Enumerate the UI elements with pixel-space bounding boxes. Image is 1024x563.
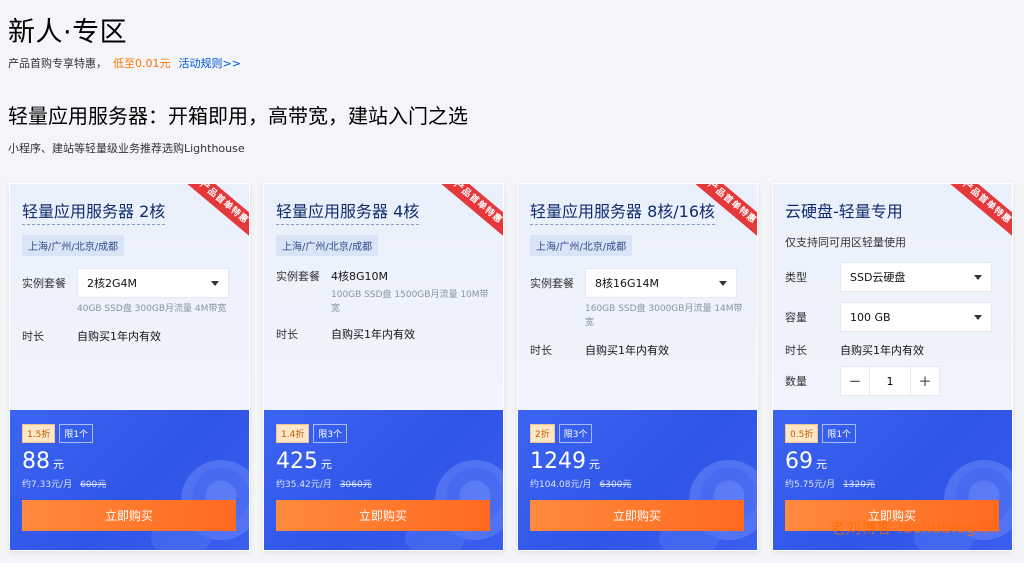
- ribbon-badge: 产品首单特惠: [183, 184, 249, 239]
- discount-badge: 1.4折: [276, 424, 310, 443]
- hero-title: 新人·专区: [8, 17, 128, 48]
- price-value: 1249: [530, 449, 586, 474]
- monthly-price: 约104.08元/月: [530, 480, 592, 490]
- minus-icon[interactable]: −: [840, 366, 870, 396]
- quantity-value[interactable]: 1: [870, 366, 910, 396]
- section-title: 轻量应用服务器：开箱即用，高带宽，建站入门之选: [8, 104, 468, 128]
- original-price: 600元: [80, 480, 107, 490]
- spec-select-value: 8核16G14M: [595, 277, 660, 290]
- spec-select[interactable]: 2核2G4M: [77, 268, 229, 298]
- duration-value: 自购买1年内有效: [840, 344, 924, 357]
- region-tag: 上海/广州/北京/成都: [276, 235, 379, 256]
- region-tag: 上海/广州/北京/成都: [530, 235, 633, 256]
- limit-badge: 限3个: [313, 424, 348, 443]
- price-value: 425: [276, 449, 318, 474]
- price-unit: 元: [321, 458, 332, 471]
- duration-label: 时长: [785, 344, 807, 357]
- spec-label: 实例套餐: [530, 277, 574, 290]
- spec-label: 实例套餐: [276, 270, 320, 283]
- monthly-price: 约35.42元/月: [276, 480, 332, 490]
- spec-select[interactable]: 8核16G14M: [585, 268, 737, 298]
- hero-sub-highlight: 低至0.01元: [113, 57, 171, 70]
- spec-note: 100GB SSD盘 1500GB月流量 10M带宽: [331, 290, 489, 314]
- type-label: 类型: [785, 271, 807, 284]
- price-panel: 1.4折 限3个 425 元 约35.42元/月 3060元 立即购买: [264, 410, 503, 550]
- buy-now-button[interactable]: 立即购买: [530, 500, 744, 531]
- card-title[interactable]: 轻量应用服务器 8核/16核: [530, 198, 716, 225]
- duration-label: 时长: [530, 344, 552, 357]
- limit-badge: 限3个: [558, 424, 593, 443]
- duration-label: 时长: [276, 328, 298, 341]
- product-card-4core: 产品首单特惠 轻量应用服务器 4核 上海/广州/北京/成都 实例套餐 4核8G1…: [263, 183, 504, 551]
- discount-badge: 1.5折: [22, 424, 56, 443]
- disk-type-select[interactable]: SSD云硬盘: [840, 262, 992, 292]
- capacity-select[interactable]: 100 GB: [840, 302, 992, 332]
- section-subtitle: 小程序、建站等轻量级业务推荐选购Lighthouse: [8, 142, 245, 155]
- chevron-down-icon: [719, 280, 727, 286]
- duration-label: 时长: [22, 330, 44, 343]
- region-tag: 上海/广州/北京/成都: [22, 235, 125, 256]
- product-card-8core: 产品首单特惠 轻量应用服务器 8核/16核 上海/广州/北京/成都 实例套餐 8…: [517, 183, 758, 551]
- product-card-cloud-disk: 产品首单特惠 云硬盘-轻量专用 仅支持同可用区轻量使用 类型 SSD云硬盘 容量…: [772, 183, 1013, 551]
- chevron-down-icon: [974, 314, 982, 320]
- discount-badge: 2折: [530, 424, 555, 443]
- chevron-down-icon: [211, 280, 219, 286]
- hero-sub-text: 产品首购专享特惠，: [8, 57, 107, 70]
- monthly-price: 约5.75元/月: [785, 480, 836, 490]
- original-price: 3060元: [339, 480, 372, 490]
- rules-link[interactable]: 活动规则>>: [179, 57, 241, 70]
- spec-note: 40GB SSD盘 300GB月流量 4M带宽: [77, 304, 227, 314]
- price-unit: 元: [816, 458, 827, 471]
- price-panel: 1.5折 限1个 88 元 约7.33元/月 600元 立即购买: [10, 410, 249, 550]
- spec-note: 160GB SSD盘 3000GB月流量 14M带宽: [585, 304, 743, 328]
- price-value: 88: [22, 449, 50, 474]
- disk-type-value: SSD云硬盘: [850, 271, 906, 284]
- price-panel: 2折 限3个 1249 元 约104.08元/月 6300元 立即购买: [518, 410, 757, 550]
- limit-badge: 限1个: [59, 424, 94, 443]
- chevron-down-icon: [974, 274, 982, 280]
- card-description: 仅支持同可用区轻量使用: [785, 236, 906, 249]
- limit-badge: 限1个: [822, 424, 857, 443]
- monthly-price: 约7.33元/月: [22, 480, 73, 490]
- buy-now-button[interactable]: 立即购买: [22, 500, 236, 531]
- price-value: 69: [785, 449, 813, 474]
- price-unit: 元: [589, 458, 600, 471]
- spec-select-value: 2核2G4M: [87, 277, 138, 290]
- ribbon-badge: 产品首单特惠: [437, 184, 503, 239]
- quantity-stepper: − 1 +: [840, 366, 940, 396]
- discount-badge: 0.5折: [785, 424, 819, 443]
- spec-value: 4核8G10M: [331, 270, 389, 283]
- original-price: 6300元: [599, 480, 632, 490]
- card-title: 云硬盘-轻量专用: [785, 202, 903, 221]
- card-title[interactable]: 轻量应用服务器 2核: [22, 198, 166, 225]
- price-unit: 元: [53, 458, 64, 471]
- card-title[interactable]: 轻量应用服务器 4核: [276, 198, 420, 225]
- product-card-2core: 产品首单特惠 轻量应用服务器 2核 上海/广州/北京/成都 实例套餐 2核2G4…: [9, 183, 250, 551]
- hero-subtitle: 产品首购专享特惠， 低至0.01元 活动规则>>: [8, 55, 241, 71]
- spec-label: 实例套餐: [22, 277, 66, 290]
- buy-now-button[interactable]: 立即购买: [276, 500, 490, 531]
- capacity-label: 容量: [785, 311, 807, 324]
- duration-value: 自购买1年内有效: [331, 328, 415, 341]
- plus-icon[interactable]: +: [910, 366, 940, 396]
- duration-value: 自购买1年内有效: [585, 344, 669, 357]
- ribbon-badge: 产品首单特惠: [946, 184, 1012, 239]
- watermark: 老刘博客-laoliublog.cn: [830, 519, 1000, 537]
- original-price: 1320元: [843, 480, 875, 490]
- duration-value: 自购买1年内有效: [77, 330, 161, 343]
- quantity-label: 数量: [785, 375, 807, 388]
- capacity-value: 100 GB: [850, 310, 891, 324]
